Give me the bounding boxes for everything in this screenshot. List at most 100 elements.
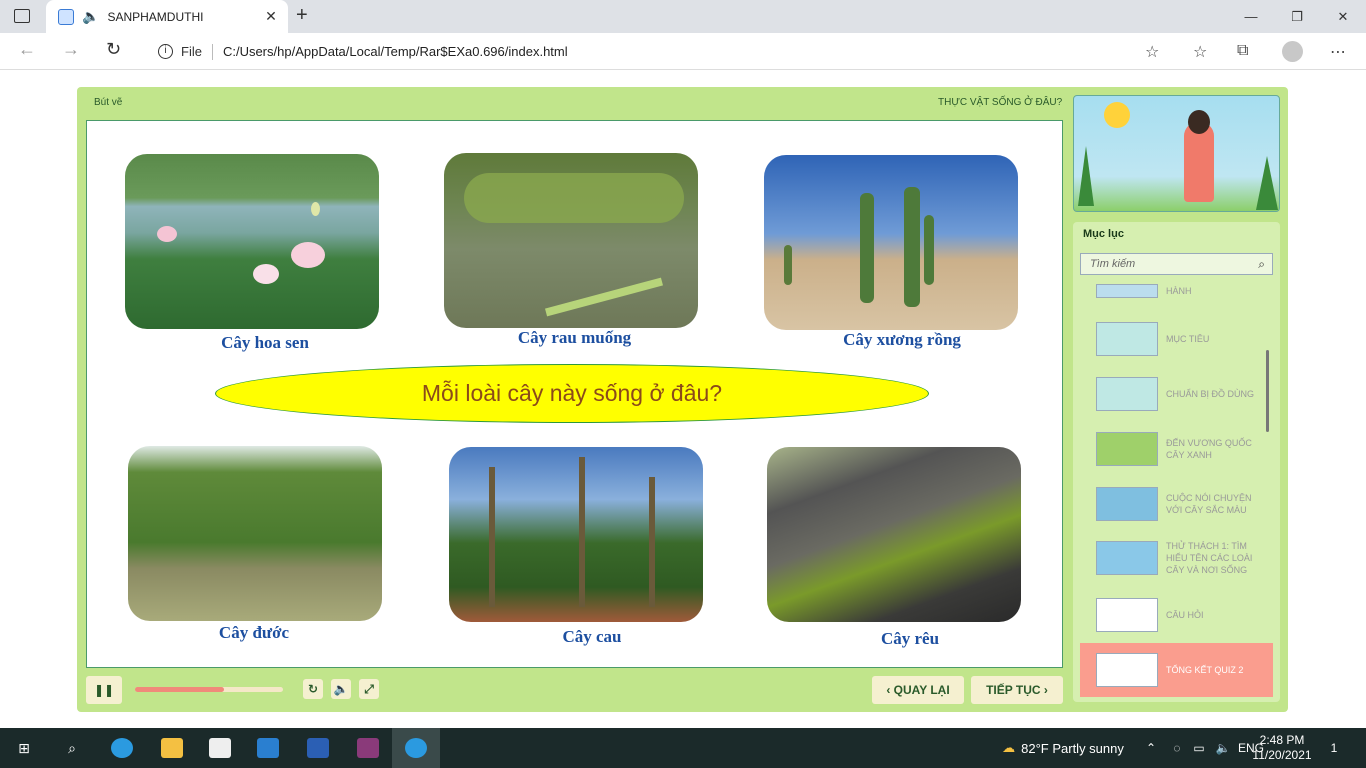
store-logo — [209, 738, 231, 758]
volume-tray-icon[interactable]: 🔈 — [1212, 728, 1234, 768]
page-favicon-icon — [58, 8, 74, 25]
plant-caption-water-spinach: Cây rau muống — [517, 328, 632, 347]
new-tab-button[interactable]: + — [296, 4, 308, 27]
toc-thumbnail — [1096, 653, 1158, 687]
weather-widget[interactable]: ☁ 82°F Partly sunny — [988, 728, 1138, 768]
toc-search-input[interactable]: Tìm kiếm ⌕ — [1080, 253, 1273, 275]
search-icon[interactable]: ⌕ — [1258, 257, 1265, 272]
pause-icon: ❚❚ — [93, 683, 115, 697]
toc-thumbnail — [1096, 541, 1158, 575]
lotus-photo — [125, 154, 379, 329]
toc-search-placeholder: Tìm kiếm — [1090, 258, 1136, 270]
areca-palm-photo — [449, 447, 703, 622]
fullscreen-button[interactable]: ⤢ — [359, 679, 379, 699]
browser-toolbar: ← → ↻ i File C:/Users/hp/AppData/Local/T… — [0, 33, 1366, 70]
profile-avatar[interactable] — [1282, 41, 1303, 62]
speaker-icon[interactable]: 🔈 — [82, 8, 99, 25]
plant-caption-moss: Cây rêu — [880, 629, 940, 648]
battery-icon[interactable]: ▭ — [1190, 728, 1208, 768]
pen-tool-label[interactable]: Bút vẽ — [94, 97, 122, 108]
favorites-icon[interactable]: ☆ — [1193, 42, 1207, 62]
tab-title: SANPHAMDUTHI — [107, 9, 204, 24]
plant-caption-lotus: Cây hoa sen — [221, 333, 309, 352]
mail-icon[interactable] — [244, 728, 292, 768]
chevron-right-icon: › — [1043, 683, 1048, 697]
plant-caption-areca: Cây cau — [562, 627, 622, 646]
file-explorer-icon[interactable] — [148, 728, 196, 768]
progress-fill — [135, 687, 224, 692]
windows-taskbar: ⊞ ⌕ ☁ 82°F Partly sunny ⌃ ◌ ▭ 🔈 ENG 2:48… — [0, 728, 1366, 768]
table-of-contents: Mục lục Tìm kiếm ⌕ HÀNH MỤC TIÊU CHUẨN B… — [1073, 222, 1280, 702]
moss-photo — [767, 447, 1021, 622]
collections-icon[interactable]: ⧉ — [1237, 42, 1248, 60]
toc-item[interactable]: THỬ THÁCH 1: TÌM HIỂU TÊN CÁC LOÀI CÂY V… — [1080, 540, 1273, 576]
back-icon[interactable]: ← — [18, 39, 36, 60]
close-tab-icon[interactable]: ✕ — [260, 8, 282, 25]
address-url[interactable]: C:/Users/hp/AppData/Local/Temp/Rar$EXa0.… — [223, 44, 568, 59]
back-button[interactable]: ‹ QUAY LẠI — [872, 676, 964, 704]
refresh-icon[interactable]: ↻ — [106, 39, 121, 60]
next-button-label: TIẾP TỤC — [986, 683, 1041, 697]
toc-thumbnail — [1096, 322, 1158, 356]
winrar-icon[interactable] — [344, 728, 392, 768]
plant-caption-cactus: Cây xương rồng — [843, 330, 961, 349]
toc-item[interactable]: CUỘC NÓI CHUYỆN VỚI CÂY SẮC MÀU — [1080, 487, 1273, 521]
address-bar[interactable]: i File C:/Users/hp/AppData/Local/Temp/Ra… — [146, 37, 1176, 66]
chevron-left-icon: ‹ — [886, 683, 891, 697]
toc-item-selected[interactable]: TỔNG KẾT QUIZ 2 — [1080, 643, 1273, 697]
toc-item-label: HÀNH — [1166, 286, 1192, 296]
slide-canvas: Cây hoa sen Cây rau muống Cây xương rồng… — [86, 120, 1063, 668]
toc-item-label: TỔNG KẾT QUIZ 2 — [1166, 665, 1244, 675]
player-controls: ❚❚ ↻ 🔈 ⤢ ‹ QUAY LẠI TIẾP TỤC › — [86, 675, 1063, 705]
chevron-up-icon[interactable]: ⌃ — [1142, 728, 1160, 768]
winrar-logo — [357, 738, 379, 758]
toc-item[interactable]: CÂU HỎI — [1080, 598, 1273, 632]
volume-button[interactable]: 🔈 — [331, 679, 351, 699]
store-icon[interactable] — [196, 728, 244, 768]
edge-active-icon[interactable] — [392, 728, 440, 768]
toc-thumbnail — [1096, 432, 1158, 466]
toc-item[interactable]: CHUẨN BỊ ĐỒ DÙNG — [1080, 377, 1273, 411]
notification-count: 1 — [1330, 741, 1338, 755]
tab-actions-icon[interactable] — [14, 9, 30, 23]
restore-button[interactable]: ❐ — [1274, 0, 1320, 33]
site-info-icon[interactable]: i — [158, 44, 173, 59]
toc-thumbnail — [1096, 598, 1158, 632]
toc-item[interactable]: ĐẾN VƯƠNG QUỐC CÂY XANH — [1080, 432, 1273, 466]
clock[interactable]: 2:48 PM 11/20/2021 — [1250, 728, 1314, 768]
search-icon[interactable]: ⌕ — [48, 728, 96, 768]
water-spinach-photo — [444, 153, 698, 328]
page-content: Bút vẽ THỰC VẬT SỐNG Ở ĐÂU? Cây hoa sen … — [0, 71, 1366, 728]
next-button[interactable]: TIẾP TỤC › — [971, 676, 1063, 704]
toc-item-label: MỤC TIÊU — [1166, 334, 1210, 344]
toc-item-label: CUỘC NÓI CHUYỆN VỚI CÂY SẮC MÀU — [1166, 493, 1252, 515]
toc-item-label: THỬ THÁCH 1: TÌM HIỂU TÊN CÁC LOÀI CÂY V… — [1166, 541, 1253, 575]
edge-logo — [111, 738, 133, 758]
plant-caption-mangrove: Cây đước — [218, 623, 290, 642]
more-menu-icon[interactable]: ⋯ — [1330, 42, 1346, 62]
replay-button[interactable]: ↻ — [303, 679, 323, 699]
weather-text: 82°F Partly sunny — [1021, 740, 1124, 756]
toc-item-label: CÂU HỎI — [1166, 610, 1204, 620]
network-icon[interactable]: ◌ — [1168, 728, 1186, 768]
notifications-icon[interactable]: 1 — [1322, 728, 1346, 768]
presenter-thumbnail — [1073, 95, 1280, 212]
close-window-button[interactable]: ✕ — [1320, 0, 1366, 33]
start-icon[interactable]: ⊞ — [0, 728, 48, 768]
toc-thumbnail — [1096, 487, 1158, 521]
address-scheme-label: File — [181, 44, 202, 59]
toc-item[interactable]: HÀNH — [1080, 284, 1273, 298]
progress-bar[interactable] — [135, 687, 283, 692]
toc-thumbnail — [1096, 284, 1158, 298]
pause-button[interactable]: ❚❚ — [86, 676, 122, 704]
tab-sanphamduthi[interactable]: 🔈 SANPHAMDUTHI ✕ — [46, 0, 288, 33]
forward-icon[interactable]: → — [62, 39, 80, 60]
replay-icon: ↻ — [307, 682, 319, 696]
add-favorite-icon[interactable]: ☆ — [1145, 42, 1159, 62]
edge-logo — [405, 738, 427, 758]
minimize-button[interactable]: — — [1228, 0, 1274, 33]
word-logo — [307, 738, 329, 758]
edge-icon[interactable] — [98, 728, 146, 768]
toc-item[interactable]: MỤC TIÊU — [1080, 322, 1273, 356]
word-icon[interactable] — [294, 728, 342, 768]
